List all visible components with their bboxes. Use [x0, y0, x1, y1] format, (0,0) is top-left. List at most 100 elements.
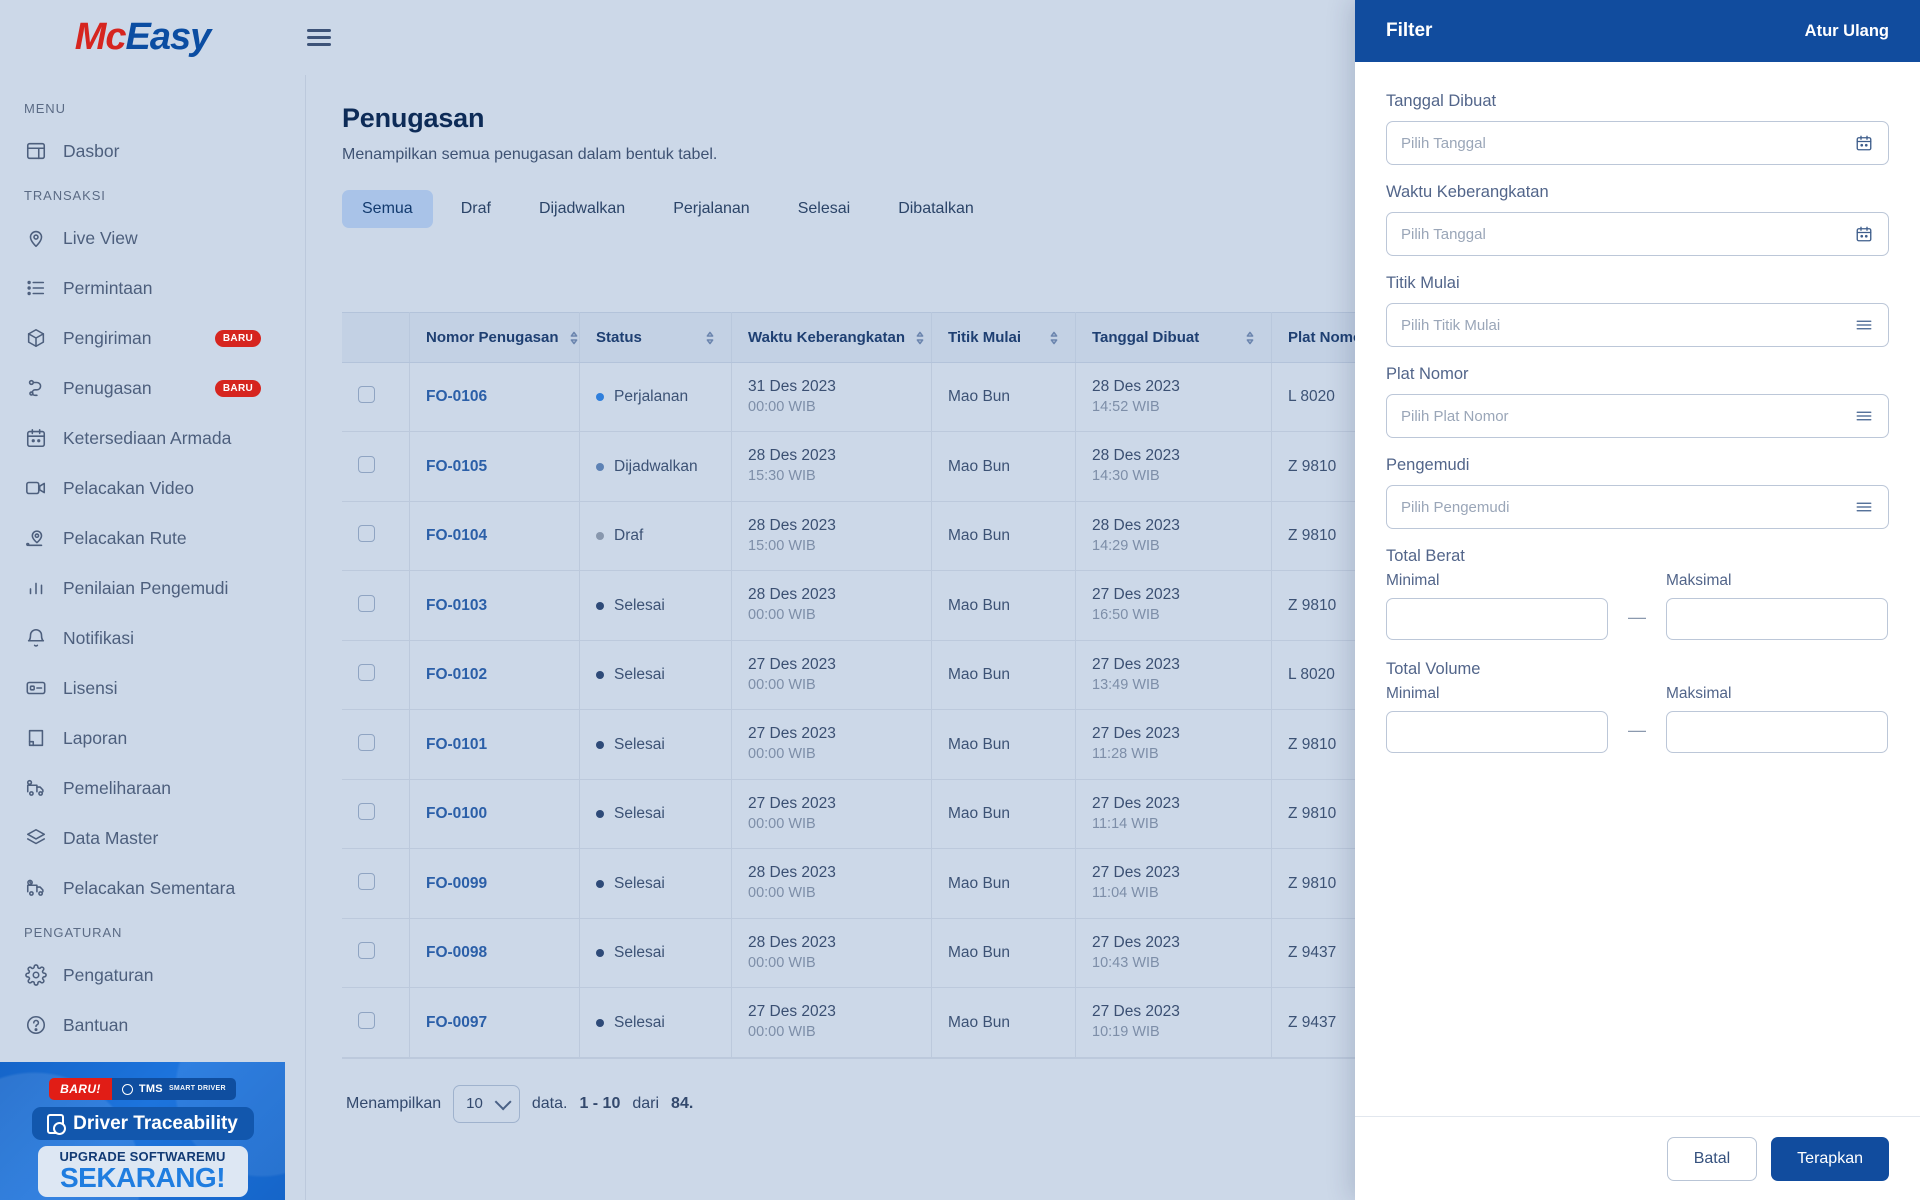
help-circle-icon	[24, 1013, 48, 1037]
sidebar-item-penilaian-pengemudi[interactable]: Penilaian Pengemudi	[0, 563, 285, 613]
table-row[interactable]: FO-0105 Dijadwalkan 28 Des 2023 15:30 WIB Ma…	[342, 431, 1442, 502]
filter-input-plat-nomor[interactable]: Pilih Plat Nomor	[1386, 394, 1889, 438]
table-row[interactable]: FO-0098 Selesai 28 Des 2023 00:00 WIB Mao Bu…	[342, 918, 1442, 989]
table-row[interactable]: FO-0097 Selesai 27 Des 2023 00:00 WIB Mao Bu…	[342, 987, 1442, 1058]
sidebar-item-pelacakan-sementara[interactable]: Pelacakan Sementara	[0, 863, 285, 913]
filter-input-waktu-keberangkatan[interactable]: Pilih Tanggal	[1386, 212, 1889, 256]
tab-dibatalkan[interactable]: Dibatalkan	[878, 190, 994, 228]
sidebar-item-live-view[interactable]: Live View	[0, 213, 285, 263]
row-checkbox[interactable]	[358, 803, 375, 821]
menu-list-icon[interactable]	[1854, 315, 1874, 335]
sidebar-item-penugasan[interactable]: Penugasan BARU	[0, 363, 285, 413]
row-checkbox[interactable]	[358, 1011, 375, 1029]
sort-icon[interactable]	[569, 330, 579, 346]
sidebar-section-label: PENGATURAN	[24, 925, 123, 940]
row-checkbox[interactable]	[358, 872, 375, 890]
sidebar-item-lisensi[interactable]: Lisensi	[0, 663, 285, 713]
dibuat-date: 27 Des 2023	[1092, 586, 1180, 604]
row-checkbox[interactable]	[358, 664, 375, 682]
tab-selesai[interactable]: Selesai	[778, 190, 870, 228]
hamburger-menu-icon[interactable]	[307, 25, 331, 50]
promo-cta[interactable]: UPGRADE SOFTWAREMU SEKARANG!	[37, 1146, 248, 1197]
tab-draf[interactable]: Draf	[441, 190, 511, 228]
sidebar-nav[interactable]: MENU Dasbor TRANSAKSI Live View Permintaan Pe…	[0, 75, 285, 1200]
sidebar-item-data-master[interactable]: Data Master	[0, 813, 285, 863]
range-row-total-berat: MinimalKg — MaksimalKg	[1386, 572, 1889, 640]
row-checkbox[interactable]	[358, 386, 375, 404]
row-checkbox[interactable]	[358, 594, 375, 612]
sort-icon[interactable]	[915, 330, 925, 346]
sidebar-item-pelacakan-rute[interactable]: Pelacakan Rute	[0, 513, 285, 563]
menu-list-icon[interactable]	[1854, 406, 1874, 426]
promo-banner[interactable]: BARU! TMS SMART DRIVER Driver Traceabili…	[0, 1062, 285, 1200]
range-separator: —	[1628, 607, 1646, 627]
tab-perjalanan[interactable]: Perjalanan	[653, 190, 770, 228]
range-min-input-total-berat[interactable]	[1387, 599, 1607, 639]
sidebar-item-bantuan[interactable]: Bantuan	[0, 1000, 285, 1050]
table-row[interactable]: FO-0101 Selesai 27 Des 2023 00:00 WIB Mao Bu…	[342, 709, 1442, 780]
sidebar-item-pengiriman[interactable]: Pengiriman BARU	[0, 313, 285, 363]
sidebar-item-pemeliharaan[interactable]: Pemeliharaan	[0, 763, 285, 813]
calendar-icon[interactable]	[1854, 133, 1874, 153]
column-header-tanggal dibuat[interactable]: Tanggal Dibuat	[1075, 312, 1272, 363]
filter-placeholder: Pilih Tanggal	[1401, 134, 1486, 152]
filter-reset-button[interactable]: Atur Ulang	[1805, 22, 1889, 41]
range-max-input-total-volume[interactable]	[1667, 712, 1887, 752]
cell-status: Selesai	[579, 918, 732, 989]
dibuat-time: 10:19 WIB	[1092, 1024, 1160, 1041]
penugasan-link[interactable]: FO-0103	[426, 597, 487, 614]
table-row[interactable]: FO-0104 Draf 28 Des 2023 15:00 WIB Mao Bun 28…	[342, 501, 1442, 572]
row-checkbox[interactable]	[358, 942, 375, 960]
dashboard-icon	[24, 139, 48, 163]
penugasan-link[interactable]: FO-0098	[426, 944, 487, 961]
sidebar-item-permintaan[interactable]: Permintaan	[0, 263, 285, 313]
row-checkbox[interactable]	[358, 733, 375, 751]
table-row[interactable]: FO-0103 Selesai 28 Des 2023 00:00 WIB Mao Bu…	[342, 570, 1442, 641]
status-dot-icon	[596, 810, 604, 819]
sidebar-item-pengaturan[interactable]: Pengaturan	[0, 950, 285, 1000]
sidebar-item-notifikasi[interactable]: Notifikasi	[0, 613, 285, 663]
sidebar-item-pelacakan-video[interactable]: Pelacakan Video	[0, 463, 285, 513]
app-logo[interactable]: McEasy	[0, 0, 285, 75]
cell-titik-mulai: Mao Bun	[931, 362, 1076, 433]
page-size-select[interactable]: 10	[453, 1084, 520, 1123]
range-min-input-total-volume[interactable]	[1387, 712, 1607, 752]
apply-button[interactable]: Terapkan	[1771, 1136, 1889, 1181]
dibuat-date: 27 Des 2023	[1092, 794, 1180, 812]
row-checkbox[interactable]	[358, 455, 375, 473]
filter-input-titik-mulai[interactable]: Pilih Titik Mulai	[1386, 303, 1889, 347]
sidebar-item-laporan[interactable]: Laporan	[0, 713, 285, 763]
filter-input-pengemudi[interactable]: Pilih Pengemudi	[1386, 485, 1889, 529]
menu-list-icon[interactable]	[1854, 497, 1874, 517]
cancel-button[interactable]: Batal	[1666, 1136, 1758, 1181]
sidebar-item-dasbor[interactable]: Dasbor	[0, 126, 285, 176]
penugasan-link[interactable]: FO-0102	[426, 666, 487, 683]
table-row[interactable]: FO-0102 Selesai 27 Des 2023 00:00 WIB Mao Bu…	[342, 640, 1442, 711]
sort-icon[interactable]	[1245, 330, 1255, 346]
calendar-icon[interactable]	[1854, 224, 1874, 244]
table-row[interactable]: FO-0106 Perjalanan 31 Des 2023 00:00 WIB Mao…	[342, 362, 1442, 433]
penugasan-link[interactable]: FO-0100	[426, 805, 487, 822]
sort-icon[interactable]	[1049, 330, 1059, 346]
tab-dijadwalkan[interactable]: Dijadwalkan	[519, 190, 645, 228]
column-header-waktu keberangkatan[interactable]: Waktu Keberangkatan	[731, 312, 932, 363]
penugasan-link[interactable]: FO-0101	[426, 736, 487, 753]
table-row[interactable]: FO-0100 Selesai 27 Des 2023 00:00 WIB Mao Bu…	[342, 779, 1442, 850]
row-checkbox[interactable]	[358, 525, 375, 543]
penugasan-link[interactable]: FO-0097	[426, 1014, 487, 1031]
column-header-status[interactable]: Status	[579, 312, 732, 363]
column-header-nomor penugasan[interactable]: Nomor Penugasan	[409, 312, 580, 363]
column-header-titik mulai[interactable]: Titik Mulai	[931, 312, 1076, 363]
range-max-input-total-berat[interactable]	[1667, 599, 1887, 639]
penugasan-link[interactable]: FO-0105	[426, 458, 487, 475]
filter-footer: Batal Terapkan	[1355, 1116, 1920, 1200]
penugasan-link[interactable]: FO-0099	[426, 875, 487, 892]
sort-icon[interactable]	[705, 330, 715, 346]
sidebar-item-ketersediaan-armada[interactable]: Ketersediaan Armada	[0, 413, 285, 463]
table-row[interactable]: FO-0099 Selesai 28 Des 2023 00:00 WIB Mao Bu…	[342, 848, 1442, 919]
penugasan-link[interactable]: FO-0104	[426, 527, 487, 544]
filter-input-tanggal-dibuat[interactable]: Pilih Tanggal	[1386, 121, 1889, 165]
waktu-time: 00:00 WIB	[748, 954, 816, 971]
penugasan-link[interactable]: FO-0106	[426, 388, 487, 405]
tab-semua[interactable]: Semua	[342, 190, 433, 228]
